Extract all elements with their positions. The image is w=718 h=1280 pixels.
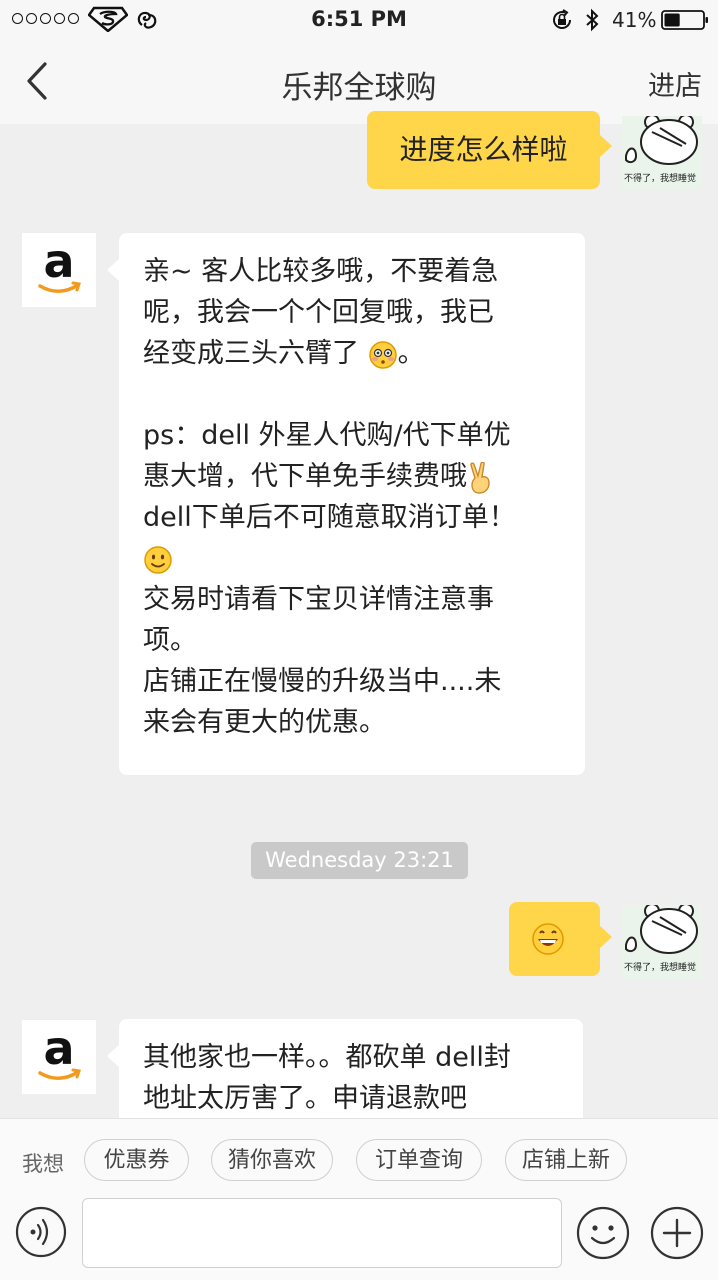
message-line: 地址太厉害了。申请退款吧 bbox=[143, 1083, 467, 1114]
chip-order-lookup[interactable]: 订单查询 bbox=[356, 1139, 482, 1181]
shop-avatar[interactable]: a bbox=[22, 1020, 96, 1094]
status-time: 6:51 PM bbox=[311, 7, 407, 31]
message-line: dell下单后不可随意取消订单！ bbox=[143, 502, 516, 533]
message-input[interactable] bbox=[82, 1198, 562, 1268]
enter-shop-button[interactable]: 进店 bbox=[648, 64, 702, 103]
quick-reply-bar: 我想 优惠券 猜你喜欢 订单查询 店铺上新 bbox=[0, 1118, 718, 1201]
amazon-logo-icon: a bbox=[38, 1021, 81, 1080]
svg-text:a: a bbox=[43, 234, 74, 288]
message-line: ps：dell 外星人代购/代下单优 bbox=[143, 420, 511, 451]
message-line: 项。 bbox=[143, 625, 197, 656]
message-line: 经变成三头六臂了 。 bbox=[143, 338, 425, 369]
incoming-message-bubble[interactable]: 亲~ 客人比较多哦，不要着急 呢，我会一个个回复哦，我已 经变成三头六臂了 。 … bbox=[107, 233, 585, 775]
chip-new-arrivals[interactable]: 店铺上新 bbox=[505, 1139, 627, 1181]
shop-avatar[interactable]: a bbox=[22, 233, 96, 307]
smiley-icon[interactable] bbox=[576, 1206, 630, 1260]
message-line: 其他家也一样。。都砍单 dell封 bbox=[143, 1042, 511, 1073]
chip-coupons[interactable]: 优惠券 bbox=[84, 1139, 189, 1181]
message-line: 惠大增，代下单免手续费哦 bbox=[143, 456, 563, 497]
sticker-caption: 不得了，我想睡觉 bbox=[624, 963, 697, 973]
victory-hand-icon bbox=[470, 461, 490, 494]
battery-percent: 41% bbox=[612, 8, 657, 32]
outgoing-message-bubble[interactable]: 进度怎么样啦 bbox=[367, 111, 612, 189]
message-line: 呢，我会一个个回复哦，我已 bbox=[143, 297, 494, 328]
rotation-lock-icon bbox=[553, 9, 571, 29]
grinning-face-icon bbox=[532, 923, 564, 955]
slightly-smiling-face-icon bbox=[144, 545, 172, 574]
sticker-caption: 不得了，我想睡觉 bbox=[624, 174, 697, 184]
svg-text:a: a bbox=[43, 1021, 74, 1075]
page-title: 乐邦全球购 bbox=[281, 70, 437, 106]
user-avatar[interactable]: 不得了，我想睡觉 bbox=[622, 116, 702, 190]
status-bar: 6:51 PM 41% bbox=[0, 0, 718, 40]
user-avatar[interactable]: 不得了，我想睡觉 bbox=[622, 905, 702, 979]
nav-bar: 乐邦全球购 进店 bbox=[0, 40, 718, 124]
quick-reply-label: 我想 bbox=[22, 1152, 64, 1176]
message-line: 店铺正在慢慢的升级当中....未 bbox=[143, 666, 502, 697]
message-line: 交易时请看下宝贝详情注意事 bbox=[143, 584, 494, 615]
flushed-face-icon bbox=[368, 340, 397, 369]
message-line: 亲~ 客人比较多哦，不要着急 bbox=[143, 256, 499, 287]
message-timestamp: Wednesday 23:21 bbox=[251, 842, 468, 879]
bluetooth-icon bbox=[586, 8, 599, 32]
battery-icon bbox=[661, 10, 708, 30]
message-text: 进度怎么样啦 bbox=[399, 133, 568, 166]
amazon-logo-icon: a bbox=[38, 234, 81, 293]
chip-recommendations[interactable]: 猜你喜欢 bbox=[211, 1139, 333, 1181]
plus-icon[interactable] bbox=[650, 1206, 704, 1260]
outgoing-message-bubble[interactable] bbox=[509, 902, 612, 976]
message-spacer bbox=[143, 374, 563, 415]
input-bar bbox=[0, 1198, 718, 1280]
message-line bbox=[143, 538, 563, 579]
voice-icon[interactable] bbox=[15, 1206, 67, 1258]
message-line: 来会有更大的优惠。 bbox=[143, 707, 386, 738]
